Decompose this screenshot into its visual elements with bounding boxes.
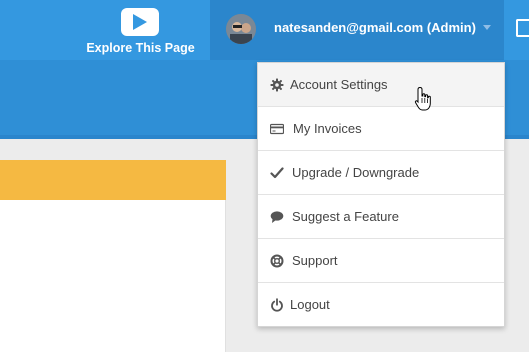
menu-item-label: Upgrade / Downgrade (292, 165, 420, 180)
menu-item-account-settings[interactable]: Account Settings (258, 63, 504, 107)
menu-item-suggest-a-feature[interactable]: Suggest a Feature (258, 195, 504, 239)
menu-item-label: My Invoices (293, 121, 362, 136)
user-email-label: natesanden@gmail.com (Admin) (274, 20, 476, 35)
menu-item-label: Suggest a Feature (292, 209, 399, 224)
panel-header-strip (0, 160, 226, 200)
menu-item-upgrade-downgrade[interactable]: Upgrade / Downgrade (258, 151, 504, 195)
menu-item-logout[interactable]: Logout (258, 283, 504, 327)
lifebuoy-icon (270, 254, 284, 268)
menu-item-label: Support (292, 253, 338, 268)
user-menu-toggle[interactable]: natesanden@gmail.com (Admin) (210, 0, 504, 60)
explore-this-page-button[interactable]: Explore This Page (78, 6, 203, 58)
power-icon (271, 298, 283, 312)
chevron-down-icon (483, 25, 491, 30)
checkmark-icon (270, 167, 284, 179)
content-panel (0, 160, 226, 352)
avatar (226, 14, 256, 44)
explore-label: Explore This Page (86, 41, 195, 55)
window-icon[interactable] (516, 19, 529, 37)
credit-card-icon (270, 123, 284, 135)
menu-item-support[interactable]: Support (258, 239, 504, 283)
menu-item-label: Logout (290, 297, 330, 312)
play-video-icon (121, 8, 159, 36)
menu-item-label: Account Settings (290, 77, 388, 92)
user-dropdown-menu: Account Settings My Invoices Upgrade / D… (257, 62, 505, 327)
hand-pointer-cursor-icon (414, 86, 431, 111)
gear-icon (270, 78, 284, 92)
speech-bubble-icon (270, 211, 284, 223)
menu-item-my-invoices[interactable]: My Invoices (258, 107, 504, 151)
